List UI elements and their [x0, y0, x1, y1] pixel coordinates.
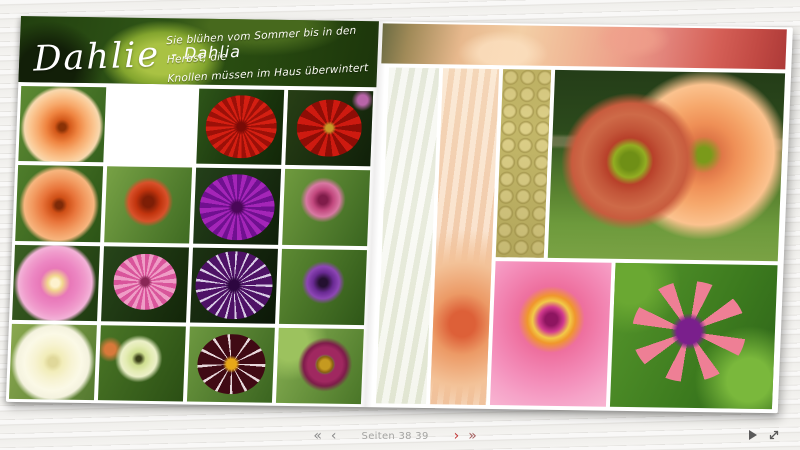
photo-magenta-bud[interactable] — [276, 328, 364, 404]
photo-strip-yellow-pompon[interactable] — [496, 69, 551, 258]
photo-cream-dahlia[interactable] — [9, 324, 97, 400]
photo-dark-purple-cactus-dahlia[interactable] — [190, 247, 278, 323]
first-page-button[interactable]: « — [313, 429, 322, 443]
photo-red-cactus-dahlia[interactable] — [196, 89, 284, 165]
photobook-app-window: Dahlie - Dahlia Sie blühen vom Sommer bi… — [0, 0, 800, 450]
title-script: Dahlie — [33, 35, 160, 80]
photo-pink-white-cactus-dahlia[interactable] — [101, 246, 189, 322]
photo-pink-dahlia[interactable] — [12, 244, 100, 320]
photo-pink-dahlia-closeup[interactable] — [490, 261, 612, 407]
photo-red-pompon-dahlia[interactable] — [104, 167, 192, 243]
photo-green-bud[interactable] — [98, 325, 186, 401]
page-left[interactable]: Dahlie - Dahlia Sie blühen vom Sommer bi… — [6, 16, 379, 407]
photo-grid-left — [9, 86, 373, 404]
photo-two-orange-dahlias[interactable] — [548, 70, 785, 261]
banner-photo-green-foliage[interactable]: Dahlie - Dahlia Sie blühen vom Sommer bi… — [18, 16, 379, 87]
viewer-controls — [749, 429, 780, 441]
photo-red-star-dahlia[interactable] — [285, 90, 373, 166]
photo-purple-dahlia[interactable] — [279, 248, 367, 324]
photo-coral-dahlia[interactable] — [15, 165, 103, 241]
photo-maroon-collarette-dahlia[interactable] — [187, 326, 275, 402]
photo-header-blurred-petals[interactable] — [381, 23, 787, 69]
page-navigation: « ‹ Seiten 38 39 › » — [313, 429, 476, 443]
photo-strip-peach-dahlia[interactable] — [430, 68, 499, 405]
photo-strip-white-dahlia[interactable] — [376, 67, 439, 404]
next-page-button[interactable]: › — [454, 429, 460, 443]
photo-pink-bud[interactable] — [282, 169, 370, 245]
photo-orange-dahlia[interactable] — [18, 86, 106, 162]
previous-page-button[interactable]: ‹ — [331, 429, 337, 443]
page-right[interactable] — [368, 21, 791, 413]
photo-peach-dahlia[interactable] — [107, 87, 195, 163]
play-slideshow-icon[interactable] — [749, 430, 757, 440]
last-page-button[interactable]: » — [468, 429, 477, 443]
page-indicator: Seiten 38 39 — [362, 431, 429, 442]
photo-violet-cactus-dahlia[interactable] — [193, 168, 281, 244]
caption-text: Sie blühen vom Sommer bis in den Herbst;… — [166, 20, 379, 88]
book-spread: Dahlie - Dahlia Sie blühen vom Sommer bi… — [6, 16, 793, 413]
fullscreen-icon[interactable] — [768, 429, 780, 441]
photo-magenta-star-dahlia[interactable] — [610, 263, 778, 409]
